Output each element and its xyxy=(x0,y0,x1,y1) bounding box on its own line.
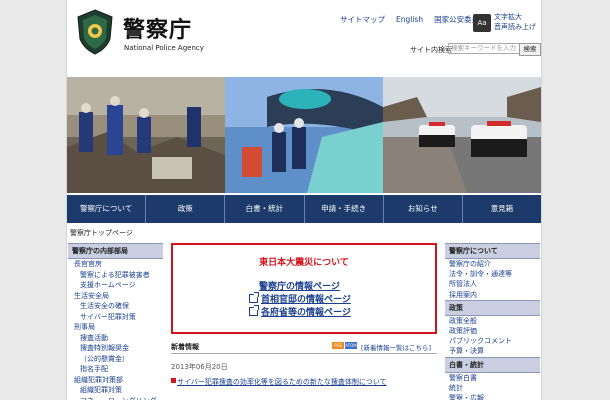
nav-notices[interactable]: お知らせ xyxy=(384,195,463,223)
news-list-link[interactable]: [新着情報一覧はこちら] xyxy=(361,342,431,352)
rss-icon[interactable]: RSS xyxy=(332,342,344,349)
left-menu-item[interactable]: 捜査活動 xyxy=(68,333,163,344)
right-menu-item[interactable]: 法令・訓令・通達等 xyxy=(445,269,540,279)
right-menu-item[interactable]: パブリックコメント xyxy=(445,336,540,346)
search-label: サイト内検索 xyxy=(410,46,452,54)
header: 警察庁 National Police Agency サイトマップ English… xyxy=(67,0,541,77)
right-menu-item[interactable]: 所管法人 xyxy=(445,279,540,289)
right-section-heading: 警察庁について xyxy=(445,243,540,259)
text-size-icon[interactable]: Aa xyxy=(473,14,491,32)
right-section-heading: 政策 xyxy=(445,299,540,316)
right-menu-item[interactable]: 政策全般 xyxy=(445,316,540,326)
search-button[interactable]: 検索 xyxy=(519,43,541,56)
photo-banner xyxy=(67,77,541,193)
left-menu-item[interactable]: 支援ホームページ xyxy=(68,280,163,291)
left-menu-item[interactable]: マネー・ローンダリング対策 xyxy=(68,396,163,400)
disaster-photo-image xyxy=(67,77,541,193)
main-nav: 警察庁について 政策 白書・統計 申請・手続き お知らせ 意見箱 xyxy=(67,195,541,223)
news-title: 新着情報 xyxy=(171,343,199,351)
accessibility-links: 文字拡大 音声読み上げ xyxy=(494,13,536,32)
main-content: 東日本大震災について 警察庁の情報ページ 首相官邸の情報ページ 各府省等の情報ペ… xyxy=(171,243,437,386)
search-input[interactable]: 検索キーワードを入力 xyxy=(448,43,522,54)
nav-policy[interactable]: 政策 xyxy=(146,195,226,223)
left-menu-item[interactable]: 捜査特別報奨金 xyxy=(68,343,163,354)
nav-opinion[interactable]: 意見箱 xyxy=(463,195,541,223)
right-menu-item[interactable]: 予算・決算 xyxy=(445,346,540,356)
atom-icon[interactable]: ATOM xyxy=(345,342,357,349)
left-menu-item[interactable]: サイバー犯罪対策 xyxy=(68,312,163,323)
external-link-icon xyxy=(249,292,259,303)
news-item-link[interactable]: サイバー犯罪捜査の効率化等を図るための新たな捜査体制について xyxy=(177,377,387,387)
news-header: 新着情報 RSS ATOM [新着情報一覧はこちら] xyxy=(171,339,437,354)
left-menu-item[interactable]: 長官官房 xyxy=(68,259,163,270)
right-menu-item[interactable]: 統計 xyxy=(445,383,540,393)
earthquake-box: 東日本大震災について 警察庁の情報ページ 首相官邸の情報ページ 各府省等の情報ペ… xyxy=(171,243,437,334)
left-sidebar-heading: 警察庁の内部部局 xyxy=(68,243,163,259)
text-enlarge-link[interactable]: 文字拡大 xyxy=(494,13,536,23)
left-menu-item[interactable]: （公的懸賞金） xyxy=(68,354,163,365)
voice-read-link[interactable]: 音声読み上げ xyxy=(494,23,536,33)
earthquake-title: 東日本大震災について xyxy=(259,258,349,268)
right-menu-item[interactable]: 警察庁の紹介 xyxy=(445,259,540,269)
left-menu-item[interactable]: 警察による犯罪被害者 xyxy=(68,270,163,281)
external-link-icon xyxy=(249,305,259,316)
left-sidebar: 警察庁の内部部局 長官官房 警察による犯罪被害者 支援ホームページ 生活安全局 生活安全… xyxy=(68,243,163,400)
site-title[interactable]: 警察庁 xyxy=(123,12,192,44)
right-section-heading: 白書・統計 xyxy=(445,356,540,373)
nav-about[interactable]: 警察庁について xyxy=(67,195,147,223)
nav-applications[interactable]: 申請・手続き xyxy=(305,195,384,223)
left-menu-item[interactable]: 刑事局 xyxy=(68,322,163,333)
left-menu-item[interactable]: 指名手配 xyxy=(68,364,163,375)
english-link[interactable]: English xyxy=(396,15,423,24)
page: 警察庁 National Police Agency サイトマップ English… xyxy=(67,0,541,400)
npa-info-link[interactable]: 警察庁の情報ページ xyxy=(259,279,340,292)
kantei-info-link[interactable]: 首相官邸の情報ページ xyxy=(249,292,351,305)
breadcrumb[interactable]: 警察庁トップページ xyxy=(70,228,133,238)
ministries-info-link[interactable]: 各府省等の情報ページ xyxy=(249,305,351,318)
right-menu-item[interactable]: 警察・広報 xyxy=(445,393,540,400)
right-sidebar: 警察庁について 警察庁の紹介 法令・訓令・通達等 所管法人 採用案内 政策 政策全般 政策評価… xyxy=(445,243,540,400)
right-menu-item[interactable]: 政策評価 xyxy=(445,326,540,336)
news-bullet-icon xyxy=(171,378,176,383)
left-menu-item[interactable]: 組織犯罪対策 xyxy=(68,385,163,396)
nav-whitepaper[interactable]: 白書・統計 xyxy=(225,195,305,223)
news-date: 2013年06月20日 xyxy=(171,363,228,371)
right-menu-item[interactable]: 警察白書 xyxy=(445,373,540,383)
site-subtitle: National Police Agency xyxy=(124,44,204,52)
sitemap-link[interactable]: サイトマップ xyxy=(340,15,385,24)
right-menu-item[interactable]: 採用案内 xyxy=(445,290,540,300)
left-menu-item[interactable]: 組織犯罪対策部 xyxy=(68,375,163,386)
police-emblem-icon[interactable] xyxy=(76,9,114,55)
left-menu-item[interactable]: 生活安全局 xyxy=(68,291,163,302)
left-menu-item[interactable]: 生活安全の確保 xyxy=(68,301,163,312)
